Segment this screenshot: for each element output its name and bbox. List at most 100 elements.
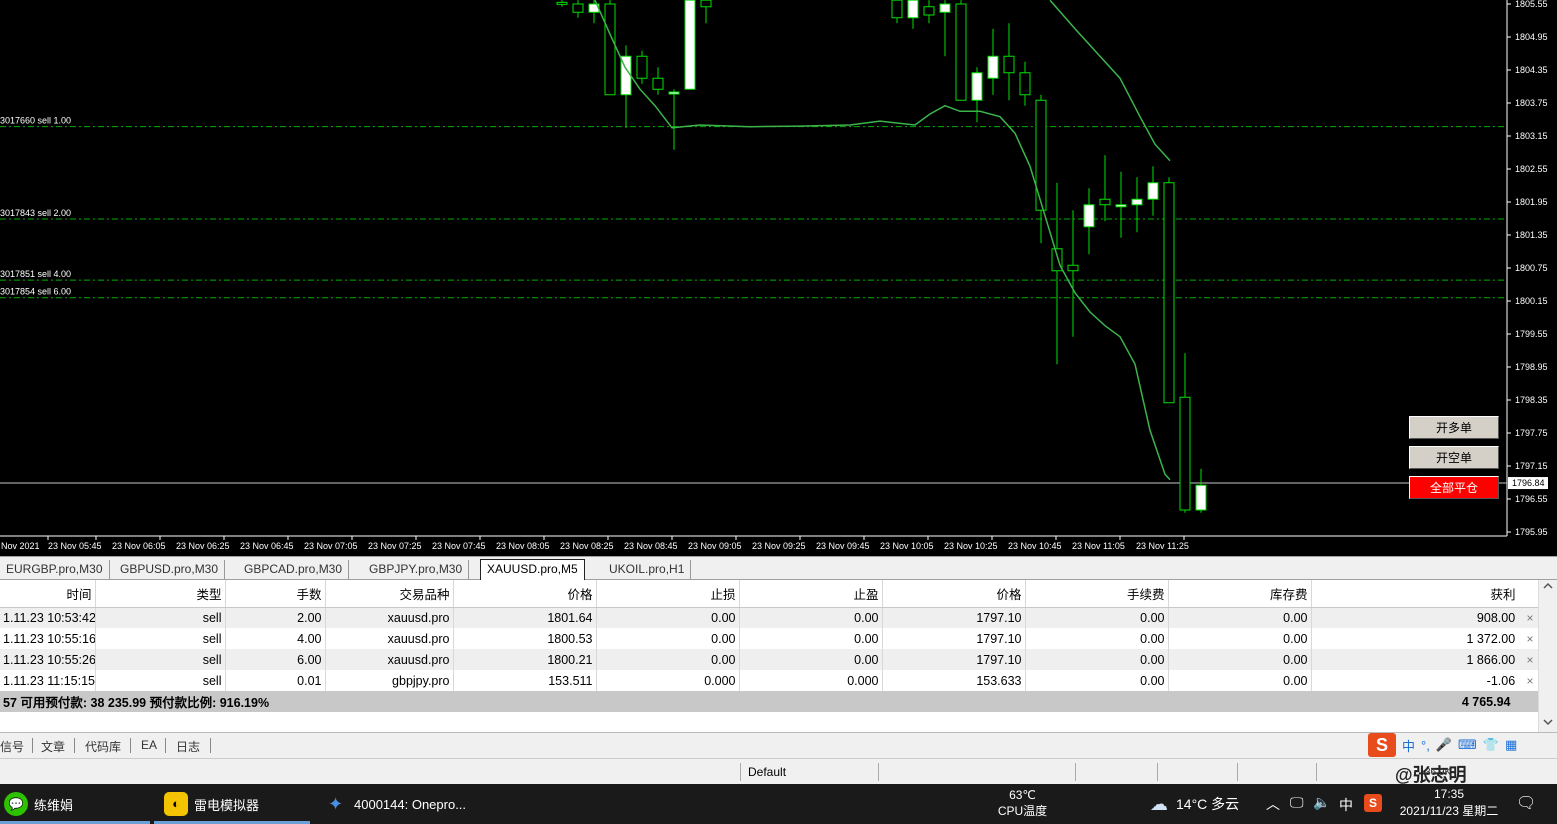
price-chart[interactable]: 1805.55 1804.95 1804.35 1803.75 1803.15 1802.… [0,0,1557,556]
table-row[interactable]: 1.11.23 10:55:16 sell 4.00 xauusd.pro 1800.5… [0,628,1539,649]
tab-gbpcad[interactable]: GBPCAD.pro,M30 [238,560,350,579]
col-open-price[interactable]: 价格 [453,580,597,608]
cpu-temp-widget[interactable]: 63℃ CPU温度 [995,787,1050,819]
ime-punct-icon[interactable]: °, [1421,738,1430,753]
time-label: 23 Nov 11:05 [1072,541,1125,551]
volume-icon[interactable]: 🔈 [1313,794,1330,811]
close-position-icon[interactable]: × [1523,674,1533,688]
col-tp[interactable]: 止盈 [739,580,883,608]
current-price-label: 1796.84 [1512,478,1545,488]
close-position-icon[interactable]: × [1523,653,1533,667]
order-line-label: 3017660 sell 1.00 [0,116,71,126]
candle-body [1099,198,1111,206]
ime-voice-icon[interactable]: 🎤 [1436,737,1452,753]
table-cell: 0.00 [1025,628,1169,649]
price-label: 1799.55 [1515,329,1548,339]
candle-body [939,3,951,13]
close-all-button[interactable]: 全部平仓 [1409,476,1499,499]
tab-articles[interactable]: 文章 [41,738,65,755]
table-cell: 0.000 [596,670,740,691]
col-sl[interactable]: 止损 [596,580,740,608]
tab-codebase[interactable]: 代码库 [85,738,121,755]
table-cell: sell [95,628,226,649]
price-label: 1797.75 [1515,428,1548,438]
table-cell: 1797.10 [882,649,1026,670]
terminal-scrollbar[interactable] [1538,580,1557,732]
time-label: 23 Nov 10:05 [880,541,934,551]
table-row[interactable]: 1.11.23 11:15:15 sell 0.01 gbpjpy.pro 153.51… [0,670,1539,691]
sogou-tray-icon[interactable]: S [1364,794,1382,812]
taskbar-app-mt4[interactable]: ✦ 4000144: Onepro... [328,784,478,824]
table-cell: 1.11.23 11:15:15 [0,670,96,691]
status-bar: Default @张志明 36.9K [0,758,1557,785]
col-profit[interactable]: 获利 [1311,580,1539,608]
candle-body [700,0,712,8]
close-position-icon[interactable]: × [1523,632,1533,646]
time-label: 23 Nov 11:25 [1136,541,1189,551]
ime-indicator[interactable]: 中 [1339,795,1353,815]
close-position-icon[interactable]: × [1523,611,1533,625]
price-label: 1795.95 [1515,527,1548,537]
price-label: 1803.15 [1515,131,1548,141]
tab-gbpusd[interactable]: GBPUSD.pro,M30 [114,560,226,579]
table-cell: 6.00 [225,649,326,670]
total-profit: 4 765.94 [1311,691,1539,712]
clock[interactable]: 17:35 2021/11/23 星期二 [1390,786,1508,820]
price-label: 1800.75 [1515,263,1548,273]
table-cell: 1.11.23 10:55:16 [0,628,96,649]
mt4-icon: ✦ [328,794,344,814]
ime-chinese-icon[interactable]: 中 [1402,736,1415,755]
col-time[interactable]: 时间 [0,580,96,608]
col-volume[interactable]: 手数 [225,580,326,608]
table-row[interactable]: 1.11.23 10:53:42 sell 2.00 xauusd.pro 1801.6… [0,607,1539,628]
table-cell: 908.00 × [1311,607,1539,628]
price-label: 1800.15 [1515,296,1548,306]
order-line-label: 3017854 sell 6.00 [0,287,71,297]
table-cell: 0.000 [739,670,883,691]
time-label: 23 Nov 09:45 [816,541,870,551]
open-long-button[interactable]: 开多单 [1409,416,1499,439]
weather-widget[interactable]: ☁ 14°C 多云 [1150,784,1239,824]
taskbar-app-ldplayer[interactable]: ◐ 雷电模拟器 [154,784,310,824]
col-type[interactable]: 类型 [95,580,226,608]
tab-ukoil[interactable]: UKOIL.pro,H1 [603,560,692,579]
candle-body [923,6,935,16]
tab-journal[interactable]: 日志 [176,738,200,755]
col-swap[interactable]: 库存费 [1168,580,1312,608]
chevron-up-icon[interactable]: ︿ [1266,794,1280,814]
positions-table: 时间 类型 手数 交易品种 价格 止损 止盈 价格 手续费 库存费 获利 1.1… [0,580,1539,712]
time-label: 23 Nov 08:45 [624,541,678,551]
network-icon[interactable]: 🖵 [1290,794,1304,811]
taskbar-app-wechat[interactable]: 💬 练维娟 [0,784,150,824]
wechat-icon: 💬 [4,792,28,816]
time-label: 23 Nov 07:25 [368,541,422,551]
table-row[interactable]: 1.11.23 10:55:26 sell 6.00 xauusd.pro 1800.2… [0,649,1539,670]
tab-xauusd[interactable]: XAUUSD.pro,M5 [480,559,585,580]
table-cell: 0.01 [225,670,326,691]
open-short-button[interactable]: 开空单 [1409,446,1499,469]
sogou-logo-icon[interactable]: S [1368,733,1396,757]
price-label: 1801.95 [1515,197,1548,207]
table-cell: 0.00 [739,649,883,670]
table-cell: xauusd.pro [325,649,454,670]
tab-eurgbp[interactable]: EURGBP.pro,M30 [0,560,110,579]
col-symbol[interactable]: 交易品种 [325,580,454,608]
ime-skin-icon[interactable]: 👕 [1483,737,1499,753]
candle-body [652,77,664,90]
ime-toolbox-icon[interactable]: ▦ [1505,737,1517,753]
ime-toolbar[interactable]: S 中 °, 🎤 ⌨ 👕 ▦ [1368,732,1517,758]
table-cell: 1801.64 [453,607,597,628]
col-commission[interactable]: 手续费 [1025,580,1169,608]
tab-ea[interactable]: EA [141,738,157,752]
tab-signals[interactable]: 信号 [0,738,24,755]
table-cell: 0.00 [596,649,740,670]
time-label: 23 Nov 07:05 [304,541,358,551]
table-cell: 1797.10 [882,628,1026,649]
chart-canvas[interactable]: 1805.55 1804.95 1804.35 1803.75 1803.15 1802.… [0,0,1557,556]
ime-keyboard-icon[interactable]: ⌨ [1458,737,1477,753]
table-cell: 153.633 [882,670,1026,691]
time-label: 23 Nov 10:45 [1008,541,1062,551]
col-price[interactable]: 价格 [882,580,1026,608]
tab-gbpjpy[interactable]: GBPJPY.pro,M30 [363,560,470,579]
notification-icon[interactable]: 🗨 [1516,793,1536,813]
